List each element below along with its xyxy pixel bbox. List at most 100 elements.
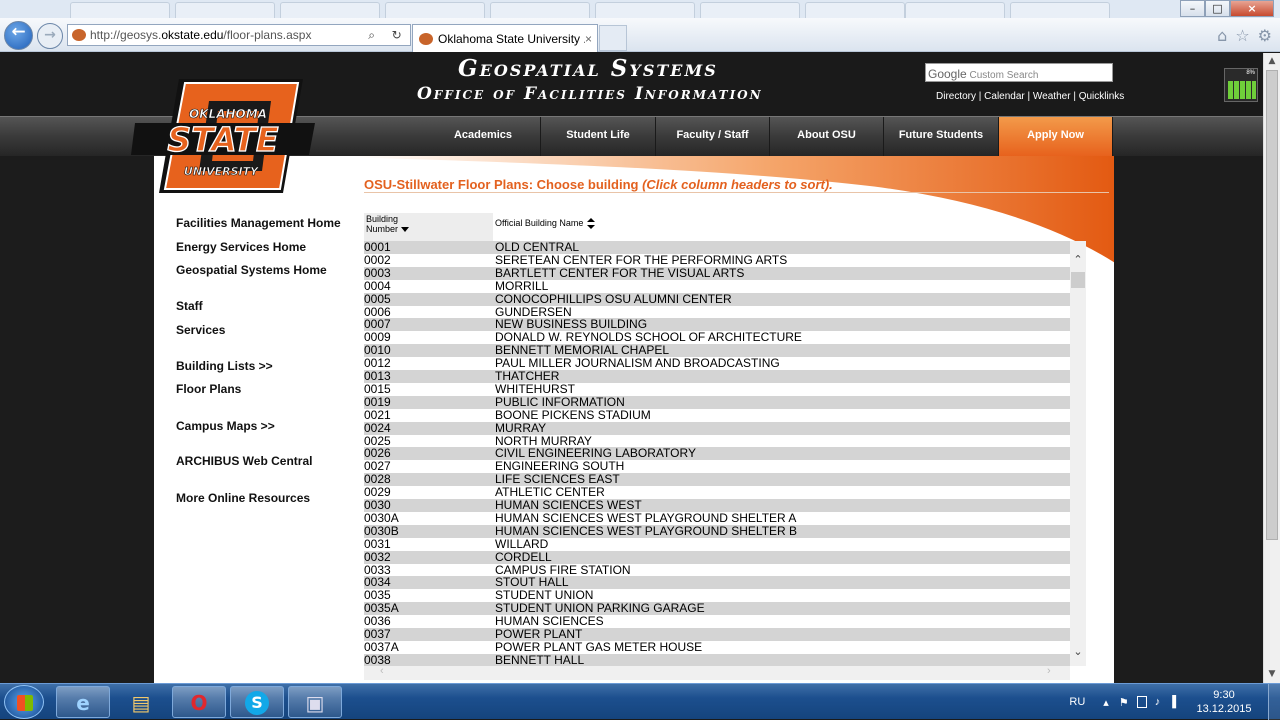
building-name-cell[interactable]: BOONE PICKENS STADIUM (495, 408, 651, 422)
building-number-header[interactable]: Building Number (364, 213, 493, 241)
building-name-cell[interactable]: BENNETT HALL (495, 653, 584, 666)
taskbar-network-button[interactable]: ▣ (288, 686, 342, 718)
background-tab[interactable] (175, 2, 275, 18)
building-name-cell[interactable]: POWER PLANT GAS METER HOUSE (495, 640, 702, 654)
nav-building-lists[interactable]: Building Lists >> (176, 359, 273, 373)
menu-about-osu[interactable]: About OSU (770, 117, 884, 156)
background-tab[interactable] (385, 2, 485, 18)
building-name-cell[interactable]: BARTLETT CENTER FOR THE VISUAL ARTS (495, 266, 744, 280)
minimize-button[interactable]: – (1180, 0, 1205, 17)
table-row[interactable]: 0015 WHITEHURST (364, 382, 1070, 396)
power-icon[interactable] (1136, 696, 1147, 708)
nav-more-online-resources[interactable]: More Online Resources (176, 491, 310, 505)
refresh-icon[interactable]: ↻ (392, 28, 402, 43)
building-name-cell[interactable]: HUMAN SCIENCES WEST PLAYGROUND SHELTER B (495, 524, 797, 538)
page-scrollbar[interactable]: ▲ ▼ (1263, 53, 1280, 683)
table-vertical-scrollbar[interactable]: ⌃ ⌄ (1070, 241, 1086, 666)
menu-academics[interactable]: Academics (426, 117, 541, 156)
menu-faculty-staff[interactable]: Faculty / Staff (656, 117, 770, 156)
table-row[interactable]: 0024 MURRAY (364, 421, 1070, 435)
tray-expand-icon[interactable]: ▴ (1103, 696, 1109, 709)
table-row[interactable]: 0036 HUMAN SCIENCES (364, 615, 1070, 628)
table-row[interactable]: 0035 STUDENT UNION (364, 589, 1070, 602)
page-scroll-up-icon[interactable]: ▲ (1264, 53, 1280, 70)
nav-services[interactable]: Services (176, 323, 225, 337)
tab-close-icon[interactable]: × (585, 32, 592, 46)
background-tab[interactable] (490, 2, 590, 18)
scroll-right-icon[interactable]: › (1047, 665, 1051, 677)
background-tab[interactable] (1010, 2, 1110, 18)
google-search-input[interactable]: Google Custom Search (925, 63, 1113, 82)
taskbar-skype-button[interactable]: S (230, 686, 284, 718)
weather-link[interactable]: Weather (1033, 91, 1071, 102)
nav-facilities-management-home[interactable]: Facilities Management Home (176, 216, 341, 230)
background-tab[interactable] (595, 2, 695, 18)
building-name-cell[interactable]: MORRILL (495, 279, 548, 293)
close-window-button[interactable]: × (1230, 0, 1274, 17)
page-scroll-down-icon[interactable]: ▼ (1264, 666, 1280, 683)
address-url[interactable]: http://geosys.okstate.edu/floor-plans.as… (90, 28, 360, 42)
menu-future-students[interactable]: Future Students (884, 117, 999, 156)
table-row[interactable]: 0031 WILLARD (364, 537, 1070, 551)
table-row[interactable]: 0033 CAMPUS FIRE STATION (364, 563, 1070, 577)
show-desktop-button[interactable] (1268, 684, 1280, 720)
building-name-cell[interactable]: CONOCOPHILLIPS OSU ALUMNI CENTER (495, 292, 732, 306)
back-button[interactable]: ← (4, 21, 33, 50)
scroll-left-icon[interactable]: ‹ (380, 665, 384, 677)
table-row[interactable]: 0027 ENGINEERING SOUTH (364, 460, 1070, 473)
page-scroll-thumb[interactable] (1266, 70, 1278, 540)
building-name-cell[interactable]: WHITEHURST (495, 382, 575, 396)
building-name-cell[interactable]: SERETEAN CENTER FOR THE PERFORMING ARTS (495, 253, 787, 267)
directory-link[interactable]: Directory (936, 91, 976, 102)
language-indicator[interactable]: RU (1069, 696, 1085, 708)
building-name-cell[interactable]: CORDELL (495, 550, 552, 564)
background-tab[interactable] (805, 2, 905, 18)
table-row[interactable]: 0002 SERETEAN CENTER FOR THE PERFORMING A… (364, 253, 1070, 267)
table-row[interactable]: 0013 THATCHER (364, 370, 1070, 383)
taskbar-explorer-button[interactable]: ▤ (114, 686, 168, 718)
table-row[interactable]: 0026 CIVIL ENGINEERING LABORATORY (364, 447, 1070, 461)
table-row[interactable]: 0037 POWER PLANT (364, 628, 1070, 641)
nav-staff[interactable]: Staff (176, 299, 203, 313)
new-tab-button[interactable] (599, 25, 627, 51)
search-icon[interactable]: ⌕ (368, 28, 375, 43)
table-row[interactable]: 0038 BENNETT HALL (364, 653, 1070, 666)
network-signal-icon[interactable]: ▐ (1168, 696, 1176, 708)
home-icon[interactable]: ⌂ (1217, 26, 1227, 45)
action-center-flag-icon[interactable]: ⚑ (1119, 696, 1129, 709)
menu-apply-now[interactable]: Apply Now (999, 117, 1113, 156)
table-row[interactable]: 0004 MORRILL (364, 279, 1070, 293)
taskbar-opera-button[interactable]: O (172, 686, 226, 718)
forward-button[interactable]: → (37, 23, 63, 49)
favorites-star-icon[interactable]: ☆ (1235, 26, 1249, 45)
table-row[interactable]: 0009 DONALD W. REYNOLDS SCHOOL OF ARCHITE… (364, 331, 1070, 344)
active-tab[interactable]: Oklahoma State University ... × (412, 24, 598, 52)
menu-student-life[interactable]: Student Life (541, 117, 656, 156)
table-row[interactable]: 0030A HUMAN SCIENCES WEST PLAYGROUND SHEL… (364, 511, 1070, 525)
nav-campus-maps[interactable]: Campus Maps >> (176, 419, 275, 433)
table-row[interactable]: 0029 ATHLETIC CENTER (364, 486, 1070, 499)
table-row[interactable]: 0028 LIFE SCIENCES EAST (364, 473, 1070, 487)
background-tab[interactable] (700, 2, 800, 18)
scroll-up-icon[interactable]: ⌃ (1070, 253, 1086, 266)
table-row[interactable]: 0032 CORDELL (364, 550, 1070, 564)
address-bar[interactable]: http://geosys.okstate.edu/floor-plans.as… (67, 24, 411, 46)
table-horizontal-scrollbar[interactable]: ‹ › (364, 665, 1070, 680)
background-tab[interactable] (905, 2, 1005, 18)
quicklinks-link[interactable]: Quicklinks (1079, 91, 1125, 102)
taskbar-ie-button[interactable]: e (56, 686, 110, 718)
start-button[interactable] (4, 685, 44, 719)
nav-geospatial-systems-home[interactable]: Geospatial Systems Home (176, 263, 327, 277)
volume-icon[interactable]: ♪ (1155, 696, 1161, 708)
table-row[interactable]: 0037A POWER PLANT GAS METER HOUSE (364, 640, 1070, 654)
calendar-link[interactable]: Calendar (984, 91, 1025, 102)
table-row[interactable]: 0034 STOUT HALL (364, 576, 1070, 590)
table-row[interactable]: 0025 NORTH MURRAY (364, 434, 1070, 448)
table-row[interactable]: 0035A STUDENT UNION PARKING GARAGE (364, 602, 1070, 616)
scroll-thumb[interactable] (1071, 272, 1085, 288)
background-tab[interactable] (280, 2, 380, 18)
table-row[interactable]: 0019 PUBLIC INFORMATION (364, 395, 1070, 409)
table-row[interactable]: 0005 CONOCOPHILLIPS OSU ALUMNI CENTER (364, 292, 1070, 306)
table-row[interactable]: 0012 PAUL MILLER JOURNALISM AND BROADCAST… (364, 357, 1070, 370)
table-row[interactable]: 0021 BOONE PICKENS STADIUM (364, 408, 1070, 422)
